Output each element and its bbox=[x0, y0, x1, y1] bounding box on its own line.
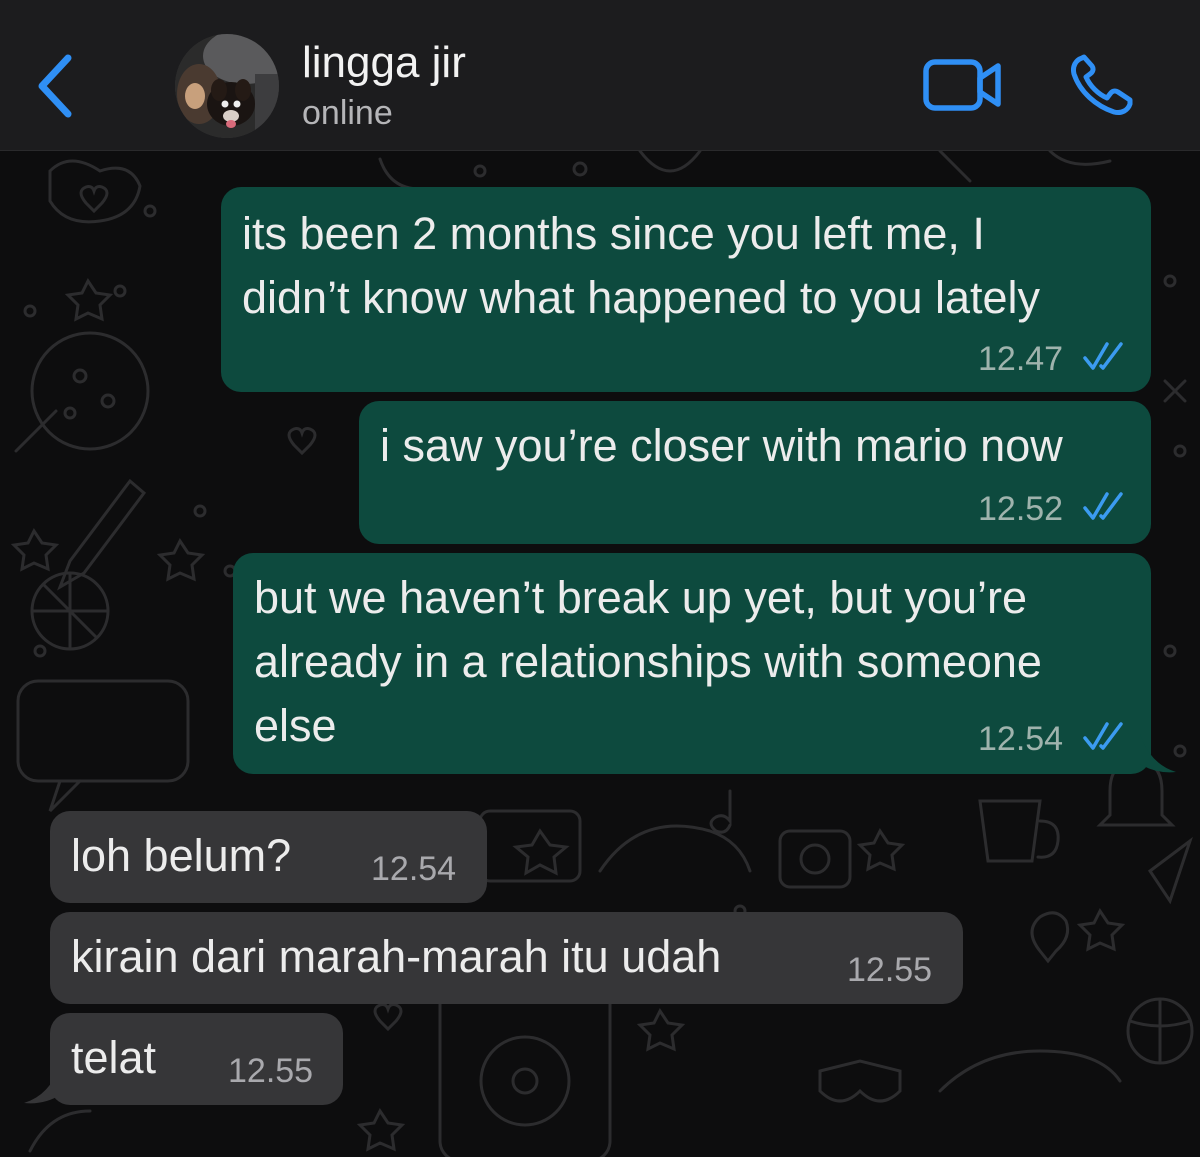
double-check-read-icon bbox=[1083, 342, 1123, 370]
incoming-message[interactable]: telat 12.55 bbox=[50, 1013, 343, 1105]
message-timestamp: 12.54 bbox=[371, 850, 457, 888]
incoming-message[interactable]: loh belum? 12.54 bbox=[50, 811, 487, 903]
outgoing-bubble-tail bbox=[1140, 734, 1176, 773]
outgoing-message[interactable]: but we haven’t break up yet, but you’re … bbox=[233, 553, 1151, 774]
message-list[interactable]: its been 2 months since you left me, I d… bbox=[0, 151, 1200, 1157]
message-text: didn’t know what happened to you lately bbox=[242, 272, 1041, 323]
contact-photo bbox=[175, 34, 279, 138]
avatar[interactable] bbox=[175, 34, 279, 138]
message-text: but we haven’t break up yet, but you’re bbox=[254, 572, 1027, 623]
double-check-read-icon bbox=[1083, 492, 1123, 520]
message-text: i saw you’re closer with mario now bbox=[380, 420, 1063, 471]
message-text: kirain dari marah-marah itu udah bbox=[71, 931, 722, 982]
incoming-message[interactable]: kirain dari marah-marah itu udah 12.55 bbox=[50, 912, 963, 1004]
message-timestamp: 12.52 bbox=[978, 490, 1064, 528]
message-timestamp: 12.54 bbox=[978, 720, 1064, 758]
message-text: its been 2 months since you left me, I bbox=[242, 208, 985, 259]
message-text: else bbox=[254, 700, 337, 751]
video-call-button[interactable] bbox=[922, 56, 1004, 114]
message-timestamp: 12.47 bbox=[978, 340, 1064, 378]
message-text: loh belum? bbox=[71, 830, 292, 881]
message-text: already in a relationships with someone bbox=[254, 636, 1042, 687]
message-text: telat bbox=[71, 1032, 157, 1083]
chat-header: lingga jir online bbox=[0, 0, 1200, 151]
chevron-left-icon bbox=[38, 54, 72, 118]
voice-call-button[interactable] bbox=[1068, 52, 1136, 116]
message-timestamp: 12.55 bbox=[847, 951, 933, 989]
outgoing-message[interactable]: i saw you’re closer with mario now 12.52 bbox=[359, 401, 1151, 544]
back-button[interactable] bbox=[30, 50, 82, 122]
outgoing-message[interactable]: its been 2 months since you left me, I d… bbox=[221, 187, 1151, 392]
double-check-read-icon bbox=[1083, 722, 1123, 750]
video-camera-icon bbox=[923, 59, 1001, 111]
phone-icon bbox=[1071, 54, 1133, 115]
incoming-bubble-tail bbox=[24, 1065, 60, 1104]
contact-name[interactable]: lingga jir bbox=[302, 38, 466, 88]
contact-status: online bbox=[302, 94, 393, 132]
message-timestamp: 12.55 bbox=[228, 1052, 314, 1090]
